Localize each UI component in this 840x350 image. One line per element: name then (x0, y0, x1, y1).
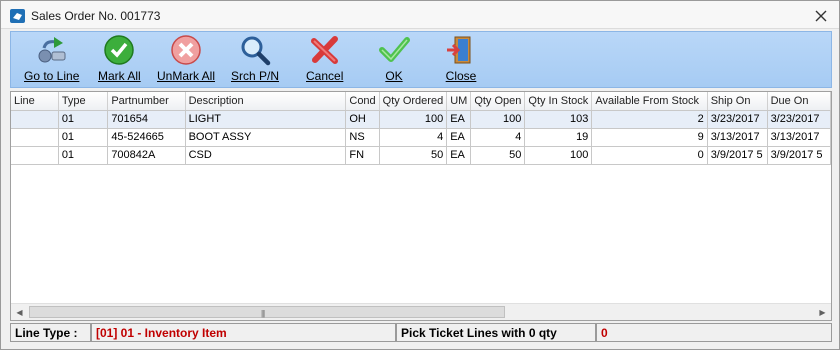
search-pn-label: Srch P/N (231, 69, 280, 83)
table-row[interactable]: 01 700842A CSD FN 50 EA 50 100 0 3/9/201… (11, 146, 832, 165)
pick-ticket-label: Pick Ticket Lines with 0 qty (396, 323, 596, 342)
col-header-due-on[interactable]: Due On (767, 92, 832, 111)
col-header-available-from-stock[interactable]: Available From Stock (591, 92, 708, 111)
red-x-icon (310, 36, 338, 64)
status-bar: Line Type : [01] 01 - Inventory Item Pic… (10, 323, 832, 342)
horizontal-scrollbar[interactable]: ◀ ||| ▶ (11, 303, 831, 320)
cell-qty-in-stock[interactable]: 103 (524, 110, 593, 129)
order-lines-grid: Line Type Partnumber Description Cond Qt… (10, 91, 832, 321)
cell-qty-open[interactable]: 50 (470, 146, 526, 165)
cell-um[interactable]: EA (446, 146, 472, 165)
col-header-ship-on[interactable]: Ship On (707, 92, 768, 111)
cell-available-from-stock[interactable]: 2 (591, 110, 708, 129)
line-type-label: Line Type : (10, 323, 91, 342)
col-header-cond[interactable]: Cond (345, 92, 380, 111)
cell-due-on[interactable]: 3/23/2017 (767, 110, 832, 129)
go-to-line-label: Go to Line (24, 69, 80, 83)
cell-ship-on[interactable]: 3/13/2017 (707, 128, 768, 147)
grid-header-row: Line Type Partnumber Description Cond Qt… (11, 92, 832, 111)
cancel-button[interactable]: Cancel (306, 34, 343, 86)
title-bar: Sales Order No. 001773 (1, 1, 839, 29)
cell-qty-in-stock[interactable]: 19 (524, 128, 593, 147)
go-to-line-button[interactable]: Go to Line (24, 34, 79, 86)
cell-um[interactable]: EA (446, 128, 472, 147)
green-check-icon (104, 35, 135, 65)
table-row[interactable]: 01 701654 LIGHT OH 100 EA 100 103 2 3/23… (11, 110, 832, 129)
scrollbar-grip-icon: ||| (261, 309, 265, 318)
cell-type[interactable]: 01 (58, 146, 109, 165)
cell-qty-ordered[interactable]: 4 (379, 128, 448, 147)
cell-due-on[interactable]: 3/9/2017 5 (767, 146, 832, 165)
app-icon (10, 9, 25, 23)
cell-partnumber[interactable]: 701654 (107, 110, 186, 129)
cell-qty-in-stock[interactable]: 100 (524, 146, 593, 165)
col-header-qty-ordered[interactable]: Qty Ordered (379, 92, 448, 111)
pick-ticket-value: 0 (596, 323, 832, 342)
cell-available-from-stock[interactable]: 0 (591, 146, 708, 165)
col-header-um[interactable]: UM (446, 92, 472, 111)
ok-button[interactable]: OK (378, 34, 410, 86)
cell-cond[interactable]: OH (345, 110, 380, 129)
scroll-right-arrow-icon[interactable]: ▶ (814, 304, 831, 320)
unmark-all-label: UnMark All (157, 69, 216, 83)
cell-um[interactable]: EA (446, 110, 472, 129)
col-header-partnumber[interactable]: Partnumber (107, 92, 186, 111)
cell-line[interactable] (11, 128, 59, 147)
toolbar: Go to Line Mark All UnMark All Srch P/N (10, 31, 832, 88)
col-header-description[interactable]: Description (185, 92, 347, 111)
cell-type[interactable]: 01 (58, 128, 109, 147)
close-label: Close (445, 69, 477, 83)
window-title: Sales Order No. 001773 (31, 9, 161, 23)
search-pn-button[interactable]: Srch P/N (231, 34, 279, 86)
cell-description[interactable]: CSD (185, 146, 347, 165)
cell-available-from-stock[interactable]: 9 (591, 128, 708, 147)
cell-qty-open[interactable]: 4 (470, 128, 526, 147)
cell-qty-ordered[interactable]: 50 (379, 146, 448, 165)
red-x-circle-icon (171, 35, 201, 65)
magnifier-icon (241, 36, 271, 66)
mark-all-button[interactable]: Mark All (98, 34, 141, 86)
line-type-value: [01] 01 - Inventory Item (91, 323, 396, 342)
cell-cond[interactable]: FN (345, 146, 380, 165)
cell-ship-on[interactable]: 3/23/2017 (707, 110, 768, 129)
cell-qty-ordered[interactable]: 100 (379, 110, 448, 129)
sales-order-window: Sales Order No. 001773 Go to Line Mark A… (0, 0, 840, 350)
col-header-type[interactable]: Type (58, 92, 109, 111)
cell-qty-open[interactable]: 100 (470, 110, 526, 129)
go-to-line-icon (38, 37, 66, 63)
cell-cond[interactable]: NS (345, 128, 380, 147)
order-lines-table: Line Type Partnumber Description Cond Qt… (11, 92, 832, 165)
exit-door-icon (447, 36, 471, 64)
col-header-qty-in-stock[interactable]: Qty In Stock (524, 92, 593, 111)
mark-all-label: Mark All (98, 69, 141, 83)
cell-partnumber[interactable]: 700842A (107, 146, 186, 165)
checkmark-icon (379, 37, 410, 62)
cancel-label: Cancel (306, 69, 344, 83)
close-button[interactable]: Close (445, 34, 477, 86)
cell-description[interactable]: BOOT ASSY (185, 128, 347, 147)
cell-partnumber[interactable]: 45-524665 (107, 128, 186, 147)
cell-ship-on[interactable]: 3/9/2017 5 (707, 146, 768, 165)
cell-line[interactable] (11, 110, 59, 129)
cell-line[interactable] (11, 146, 59, 165)
cell-due-on[interactable]: 3/13/2017 (767, 128, 832, 147)
scroll-left-arrow-icon[interactable]: ◀ (11, 304, 28, 320)
cell-type[interactable]: 01 (58, 110, 109, 129)
col-header-qty-open[interactable]: Qty Open (470, 92, 526, 111)
unmark-all-button[interactable]: UnMark All (157, 34, 215, 86)
col-header-line[interactable]: Line (11, 92, 59, 111)
cell-description[interactable]: LIGHT (185, 110, 347, 129)
ok-label: OK (385, 69, 403, 83)
close-icon[interactable] (815, 10, 827, 22)
scrollbar-thumb[interactable]: ||| (29, 306, 505, 318)
table-row[interactable]: 01 45-524665 BOOT ASSY NS 4 EA 4 19 9 3/… (11, 128, 832, 147)
